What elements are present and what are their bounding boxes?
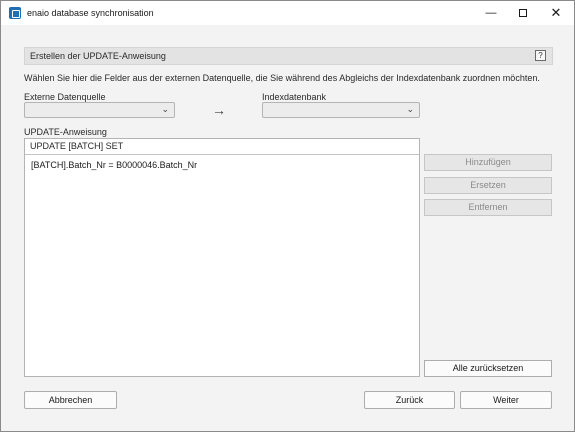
- source-label: Externe Datenquelle: [24, 92, 106, 102]
- section-header: Erstellen der UPDATE-Anweisung ?: [24, 47, 553, 65]
- chevron-down-icon: ⌄: [161, 104, 169, 114]
- arrow-right-icon: →: [212, 102, 226, 118]
- app-icon: [9, 7, 21, 19]
- back-button[interactable]: Zurück: [364, 391, 455, 409]
- title-bar: enaio database synchronisation — ✕: [1, 1, 574, 25]
- maximize-icon: [519, 9, 527, 18]
- update-label: UPDATE-Anweisung: [24, 127, 107, 137]
- update-statement-line[interactable]: [BATCH].Batch_Nr = B0000046.Batch_Nr: [31, 160, 197, 170]
- section-title: Erstellen der UPDATE-Anweisung: [30, 51, 166, 61]
- app-window: enaio database synchronisation — ✕ Erste…: [0, 0, 575, 432]
- target-label: Indexdatenbank: [262, 92, 327, 102]
- maximize-button[interactable]: [507, 1, 539, 25]
- update-statement-header: UPDATE [BATCH] SET: [25, 139, 419, 155]
- minimize-button[interactable]: —: [475, 1, 507, 25]
- chevron-down-icon: ⌄: [406, 104, 414, 114]
- add-button[interactable]: Hinzufügen: [424, 154, 552, 171]
- reset-all-button[interactable]: Alle zurücksetzen: [424, 360, 552, 377]
- help-button[interactable]: ?: [535, 50, 546, 61]
- instruction-text: Wählen Sie hier die Felder aus der exter…: [24, 73, 540, 83]
- close-button[interactable]: ✕: [540, 1, 572, 25]
- replace-button[interactable]: Ersetzen: [424, 177, 552, 194]
- target-select[interactable]: ⌄: [262, 102, 420, 118]
- update-statement-box[interactable]: UPDATE [BATCH] SET [BATCH].Batch_Nr = B0…: [24, 138, 420, 377]
- source-select[interactable]: ⌄: [24, 102, 175, 118]
- window-title: enaio database synchronisation: [27, 8, 154, 18]
- remove-button[interactable]: Entfernen: [424, 199, 552, 216]
- cancel-button[interactable]: Abbrechen: [24, 391, 117, 409]
- next-button[interactable]: Weiter: [460, 391, 552, 409]
